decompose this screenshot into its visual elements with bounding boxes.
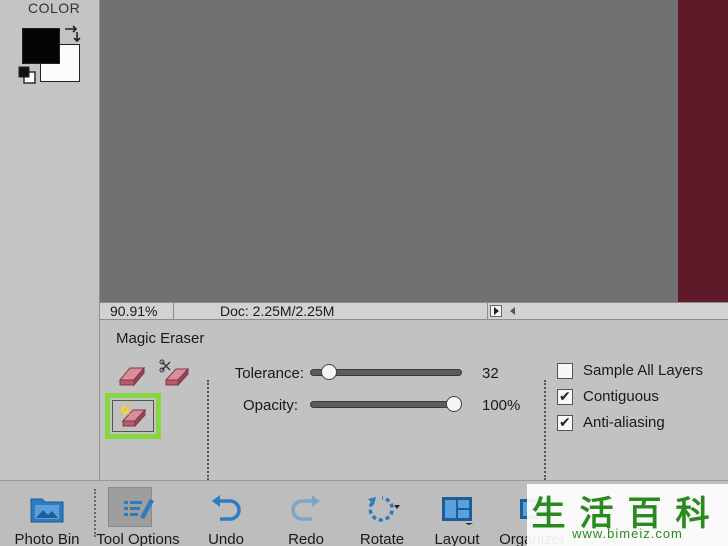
document-canvas[interactable] xyxy=(100,0,728,302)
default-colors-icon[interactable] xyxy=(18,66,38,84)
redo-icon xyxy=(291,495,320,521)
tolerance-slider-knob[interactable] xyxy=(320,364,337,380)
anti-aliasing-checkbox[interactable]: ✔ xyxy=(557,414,573,431)
photo-bin-button[interactable]: Photo Bin xyxy=(6,481,88,546)
color-label: COLOR xyxy=(28,0,81,16)
layout-label: Layout xyxy=(434,531,480,546)
layout-button[interactable]: Layout xyxy=(424,481,490,546)
tool-options-icon xyxy=(124,499,154,519)
rotate-button[interactable]: Rotate xyxy=(350,481,414,546)
contiguous-label: Contiguous xyxy=(583,388,659,405)
eraser-icon xyxy=(118,366,146,387)
zoom-level[interactable]: 90.91% xyxy=(100,303,174,319)
photo-bin-icon xyxy=(30,498,64,523)
layout-icon xyxy=(442,497,473,525)
swap-colors-icon[interactable] xyxy=(62,24,82,44)
magic-eraser-icon xyxy=(118,403,147,428)
watermark: 生活百科 www.bimeiz.com xyxy=(527,484,728,546)
magic-eraser-tool-frame xyxy=(112,400,154,432)
background-eraser-icon xyxy=(159,359,190,387)
contiguous-checkbox[interactable]: ✔ xyxy=(557,388,573,405)
tool-options-button[interactable]: Tool Options xyxy=(90,481,186,546)
rotate-icon xyxy=(368,496,400,522)
image-content[interactable] xyxy=(678,0,728,302)
tool-options-label: Tool Options xyxy=(96,531,180,546)
tolerance-value[interactable]: 32 xyxy=(482,365,499,382)
undo-label: Undo xyxy=(208,531,244,546)
tool-name: Magic Eraser xyxy=(116,330,205,347)
opacity-slider-knob[interactable] xyxy=(446,396,462,412)
anti-aliasing-label: Anti-aliasing xyxy=(583,414,665,431)
tolerance-label: Tolerance: xyxy=(234,365,304,382)
sample-all-layers-label: Sample All Layers xyxy=(583,362,704,379)
sample-all-layers-checkbox[interactable] xyxy=(557,363,573,379)
watermark-url: www.bimeiz.com xyxy=(572,526,683,541)
status-menu-arrow-icon[interactable] xyxy=(490,305,502,317)
foreground-color-swatch[interactable] xyxy=(22,28,60,64)
undo-icon xyxy=(212,495,241,521)
options-divider xyxy=(207,380,209,480)
undo-button[interactable]: Undo xyxy=(196,481,256,546)
background-eraser-tool-button[interactable] xyxy=(158,356,194,390)
status-bar: 90.91% Doc: 2.25M/2.25M xyxy=(100,302,728,320)
opacity-label: Opacity: xyxy=(242,397,298,414)
opacity-value[interactable]: 100% xyxy=(482,397,520,414)
options-divider xyxy=(544,380,546,480)
document-size: Doc: 2.25M/2.25M xyxy=(174,303,488,319)
magic-eraser-tool-button[interactable] xyxy=(105,393,161,439)
tool-options-panel: Magic Eraser Tolerance: 32 Opacity: 100%… xyxy=(100,320,728,480)
checkmark-icon: ✔ xyxy=(559,414,571,430)
eraser-tool-button[interactable] xyxy=(114,356,150,390)
redo-button[interactable]: Redo xyxy=(276,481,336,546)
scroll-left-icon[interactable] xyxy=(508,305,520,317)
checkmark-icon: ✔ xyxy=(559,388,571,404)
rotate-label: Rotate xyxy=(359,531,405,546)
toolbox-panel: COLOR xyxy=(0,0,100,480)
redo-label: Redo xyxy=(288,531,324,546)
photo-bin-label: Photo Bin xyxy=(14,531,80,546)
opacity-slider-track[interactable] xyxy=(310,401,462,408)
